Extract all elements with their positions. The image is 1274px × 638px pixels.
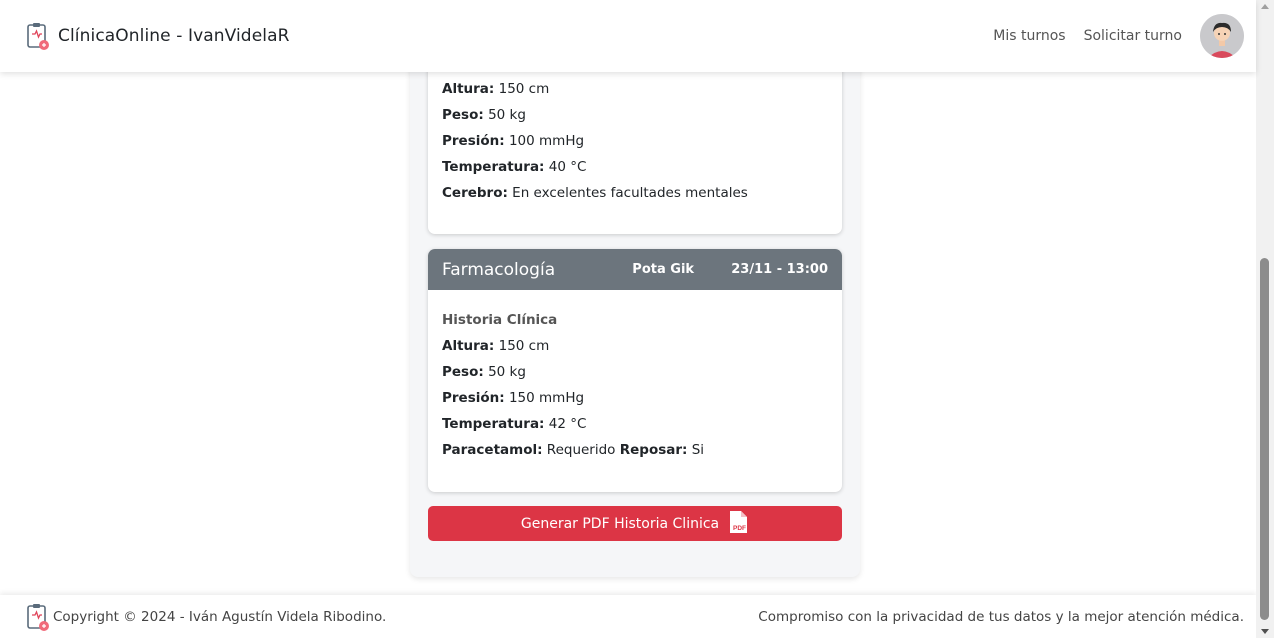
svg-text:PDF: PDF [733, 525, 746, 532]
specialty-label: Farmacología [442, 259, 556, 280]
history-card: Farmacología Pota Gik 23/11 - 13:00 Hist… [428, 249, 842, 492]
nav-link-mis-turnos[interactable]: Mis turnos [993, 28, 1065, 44]
detail-row-extra: Paracetamol: Requerido Reposar: Si [442, 442, 705, 458]
footer-copyright: Copyright © 2024 - Iván Agustín Videla R… [26, 603, 386, 631]
scrollbar-thumb[interactable] [1260, 258, 1269, 620]
detail-row-cerebro: Cerebro: En excelentes facultades mental… [442, 185, 748, 201]
detail-row-presion: Presión: 150 mmHg [442, 390, 585, 406]
nav-links: Mis turnos Solicitar turno [975, 14, 1244, 58]
clinic-clipboard-icon [26, 603, 50, 631]
user-avatar-icon [1200, 14, 1244, 58]
navbar: ClínicaOnline - IvanVidelaR Mis turnos S… [0, 0, 1256, 72]
brand[interactable]: ClínicaOnline - IvanVidelaR [26, 22, 290, 50]
avatar[interactable] [1200, 14, 1244, 58]
page-scrollbar[interactable] [1256, 0, 1274, 638]
scroll-up-icon[interactable] [1261, 4, 1269, 9]
appointment-datetime: 23/11 - 13:00 [731, 262, 828, 277]
card-header: Farmacología Pota Gik 23/11 - 13:00 [428, 249, 842, 290]
generate-pdf-button[interactable]: Generar PDF Historia Clinica PDF [428, 506, 842, 541]
pdf-file-icon: PDF [727, 510, 749, 538]
detail-row-temperatura: Temperatura: 42 °C [442, 416, 587, 432]
clinic-clipboard-icon [26, 22, 50, 50]
doctor-name: Pota Gik [632, 262, 695, 277]
detail-row-presion: Presión: 100 mmHg [442, 133, 585, 149]
detail-row-peso: Peso: 50 kg [442, 107, 526, 123]
detail-row-temperatura: Temperatura: 40 °C [442, 159, 587, 175]
nav-link-solicitar-turno[interactable]: Solicitar turno [1084, 28, 1182, 44]
detail-row-altura: Altura: 150 cm [442, 81, 550, 97]
detail-row-peso: Peso: 50 kg [442, 364, 526, 380]
card-body: Historia Clínica Altura: 150 cm Peso: 50… [428, 307, 842, 463]
scroll-down-icon[interactable] [1261, 629, 1269, 634]
detail-row-altura: Altura: 150 cm [442, 338, 550, 354]
generate-pdf-label: Generar PDF Historia Clinica [520, 515, 720, 532]
copyright-text: Copyright © 2024 - Iván Agustín Videla R… [53, 608, 387, 625]
section-title: Historia Clínica [442, 312, 558, 328]
brand-title: ClínicaOnline - IvanVidelaR [58, 26, 290, 46]
footer-tagline: Compromiso con la privacidad de tus dato… [758, 608, 1244, 625]
footer: Copyright © 2024 - Iván Agustín Videla R… [0, 595, 1256, 638]
